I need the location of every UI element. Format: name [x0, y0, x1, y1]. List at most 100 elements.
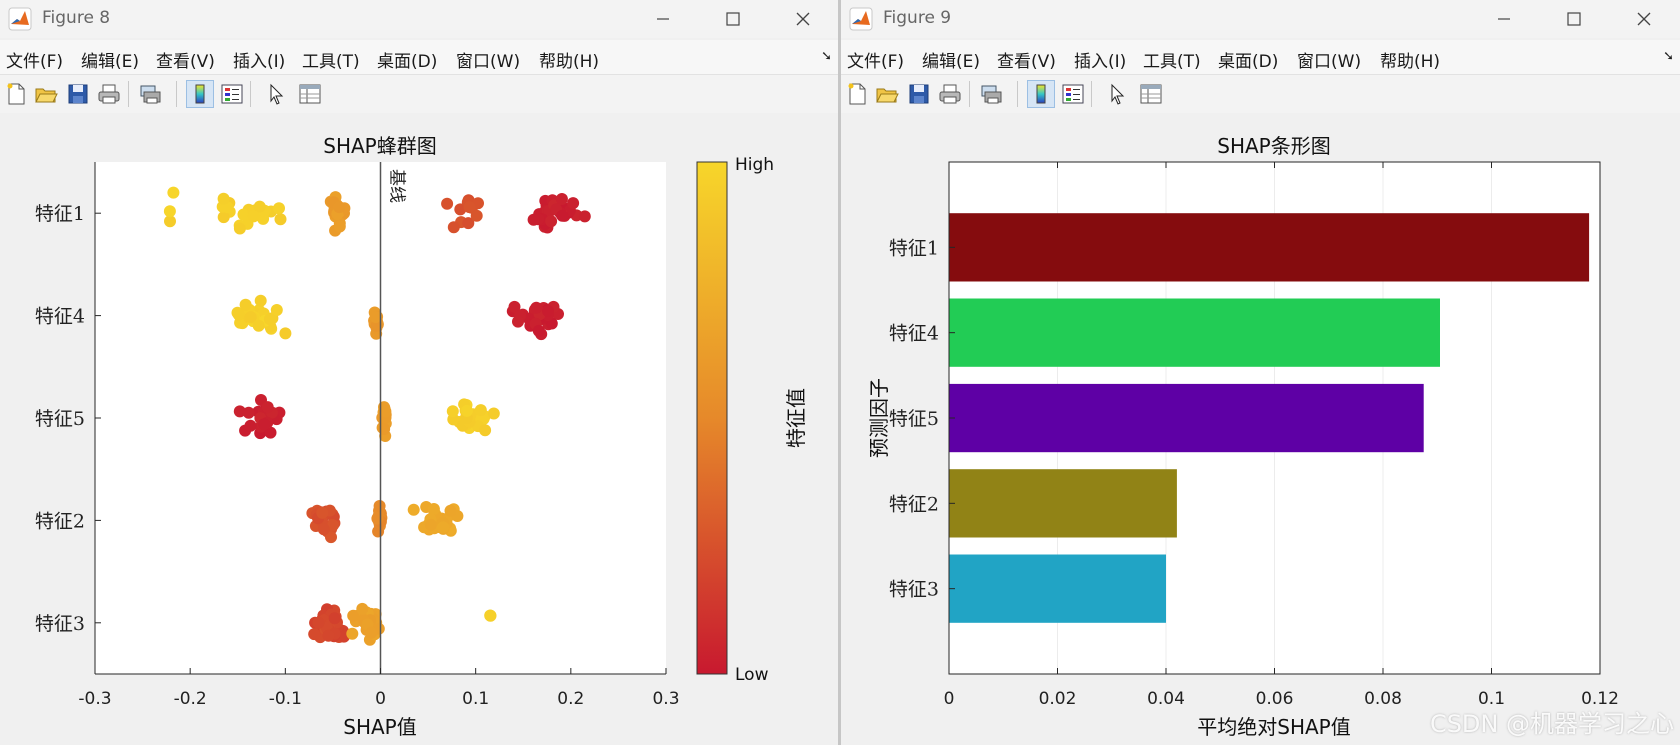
menu-bar: 文件(F) 编辑(E) 查看(V) 插入(I) 工具(T) 桌面(D) 窗口(W…: [0, 40, 838, 74]
menu-dock-arrow-icon[interactable]: ➘: [821, 49, 832, 64]
scatter-point: [446, 405, 459, 418]
menu-help[interactable]: 帮助(H): [1380, 47, 1440, 72]
scatter-point: [484, 609, 497, 622]
menu-edit[interactable]: 编辑(E): [922, 47, 980, 72]
minimize-button[interactable]: [640, 4, 686, 34]
property-inspector-button[interactable]: [296, 80, 324, 108]
property-inspector-button[interactable]: [1137, 80, 1165, 108]
pointer-icon: [270, 83, 284, 105]
x-tick-label: 0: [944, 689, 955, 709]
scatter-point: [424, 518, 437, 531]
scatter-point: [247, 210, 260, 223]
scatter-point: [447, 221, 460, 234]
print-icon: [939, 84, 961, 104]
save-icon: [909, 84, 929, 104]
window-title: Figure 8: [42, 8, 111, 28]
scatter-point: [356, 602, 369, 615]
scatter-point: [317, 523, 330, 536]
legend-button[interactable]: [1059, 80, 1087, 108]
legend-icon: [1062, 84, 1084, 104]
menu-tools[interactable]: 工具(T): [1143, 47, 1201, 72]
open-folder-button[interactable]: [32, 80, 60, 108]
menu-desktop[interactable]: 桌面(D): [1218, 47, 1278, 72]
menu-view[interactable]: 查看(V): [997, 47, 1056, 72]
x-tick-label: -0.2: [174, 689, 207, 709]
scatter-point: [261, 401, 274, 414]
menu-insert[interactable]: 插入(I): [1074, 47, 1126, 72]
property-inspector-icon: [299, 84, 321, 104]
y-tick-label: 特征5: [35, 408, 85, 430]
scatter-point: [322, 629, 335, 642]
close-button[interactable]: [780, 4, 826, 34]
title-bar[interactable]: Figure 9: [841, 0, 1680, 38]
print-preview-button[interactable]: [136, 80, 164, 108]
menu-dock-arrow-icon[interactable]: ➘: [1663, 49, 1674, 64]
x-tick-label: 0.1: [462, 689, 489, 709]
menu-tools[interactable]: 工具(T): [302, 47, 360, 72]
new-file-button[interactable]: [2, 80, 30, 108]
scatter-point: [444, 504, 457, 517]
toolbar-separator: [128, 81, 129, 107]
menu-window[interactable]: 窗口(W): [456, 47, 520, 72]
scatter-point: [427, 503, 440, 515]
print-preview-button[interactable]: [977, 80, 1005, 108]
scatter-point: [312, 616, 325, 629]
save-button[interactable]: [64, 80, 92, 108]
save-button[interactable]: [905, 80, 933, 108]
scatter-point: [578, 210, 591, 223]
toolbar: [841, 74, 1680, 114]
print-icon: [98, 84, 120, 104]
menu-view[interactable]: 查看(V): [156, 47, 215, 72]
print-preview-icon: [140, 85, 161, 104]
chart-title: SHAP条形图: [1217, 134, 1330, 158]
menu-desktop[interactable]: 桌面(D): [377, 47, 437, 72]
x-tick-label: 0.02: [1039, 689, 1077, 709]
x-tick-label: 0.08: [1364, 689, 1402, 709]
scatter-point: [542, 305, 554, 317]
open-folder-button[interactable]: [873, 80, 901, 108]
figure-canvas: 基线 -0.3 -0.2 -0.1 0 0.1 0.2 0.3 特征1 特征4 特征5 特征2 特征3…: [0, 113, 838, 745]
pointer-button[interactable]: [262, 80, 290, 108]
scatter-point: [567, 197, 580, 210]
x-tick-label: 0.06: [1256, 689, 1294, 709]
minimize-button[interactable]: [1481, 4, 1527, 34]
bar: [949, 298, 1440, 367]
scatter-point: [163, 205, 176, 218]
maximize-button[interactable]: [710, 4, 756, 34]
scatter-point: [371, 512, 384, 525]
print-button[interactable]: [936, 80, 964, 108]
bar-chart: 特征1特征4特征5特征2特征30 0.02 0.04 0.06 0.08 0.1 0.12 …: [867, 134, 1619, 739]
open-folder-icon: [876, 88, 899, 103]
colorbar-button[interactable]: [186, 80, 214, 108]
menu-edit[interactable]: 编辑(E): [81, 47, 139, 72]
scatter-point: [258, 418, 271, 431]
close-button[interactable]: [1621, 4, 1667, 34]
scatter-point: [242, 406, 255, 419]
pointer-button[interactable]: [1103, 80, 1131, 108]
scatter-point: [545, 215, 558, 228]
toolbar-separator: [176, 81, 177, 107]
title-bar[interactable]: Figure 8: [0, 0, 838, 38]
maximize-button[interactable]: [1551, 4, 1597, 34]
menu-file[interactable]: 文件(F): [847, 47, 904, 72]
scatter-point: [333, 220, 346, 233]
menu-help[interactable]: 帮助(H): [539, 47, 599, 72]
y-tick-label: 特征3: [35, 613, 85, 635]
colorbar-button[interactable]: [1027, 80, 1055, 108]
window-title: Figure 9: [883, 8, 952, 28]
menu-file[interactable]: 文件(F): [6, 47, 63, 72]
scatter-point: [463, 201, 476, 214]
x-tick-label: -0.1: [269, 689, 302, 709]
scatter-point: [252, 319, 265, 332]
menu-insert[interactable]: 插入(I): [233, 47, 285, 72]
scatter-point: [407, 503, 420, 516]
menu-window[interactable]: 窗口(W): [1297, 47, 1361, 72]
legend-button[interactable]: [218, 80, 246, 108]
colorbar-icon: [195, 84, 205, 104]
new-file-button[interactable]: [843, 80, 871, 108]
figure-9-window: Figure 9 文件(F) 编辑(E) 查看(V) 插入(I) 工具(T) 桌…: [841, 0, 1680, 745]
colorbar-icon: [1036, 84, 1046, 104]
maximize-icon: [726, 12, 740, 26]
watermark: CSDN @机器学习之心: [1429, 710, 1674, 738]
print-button[interactable]: [95, 80, 123, 108]
